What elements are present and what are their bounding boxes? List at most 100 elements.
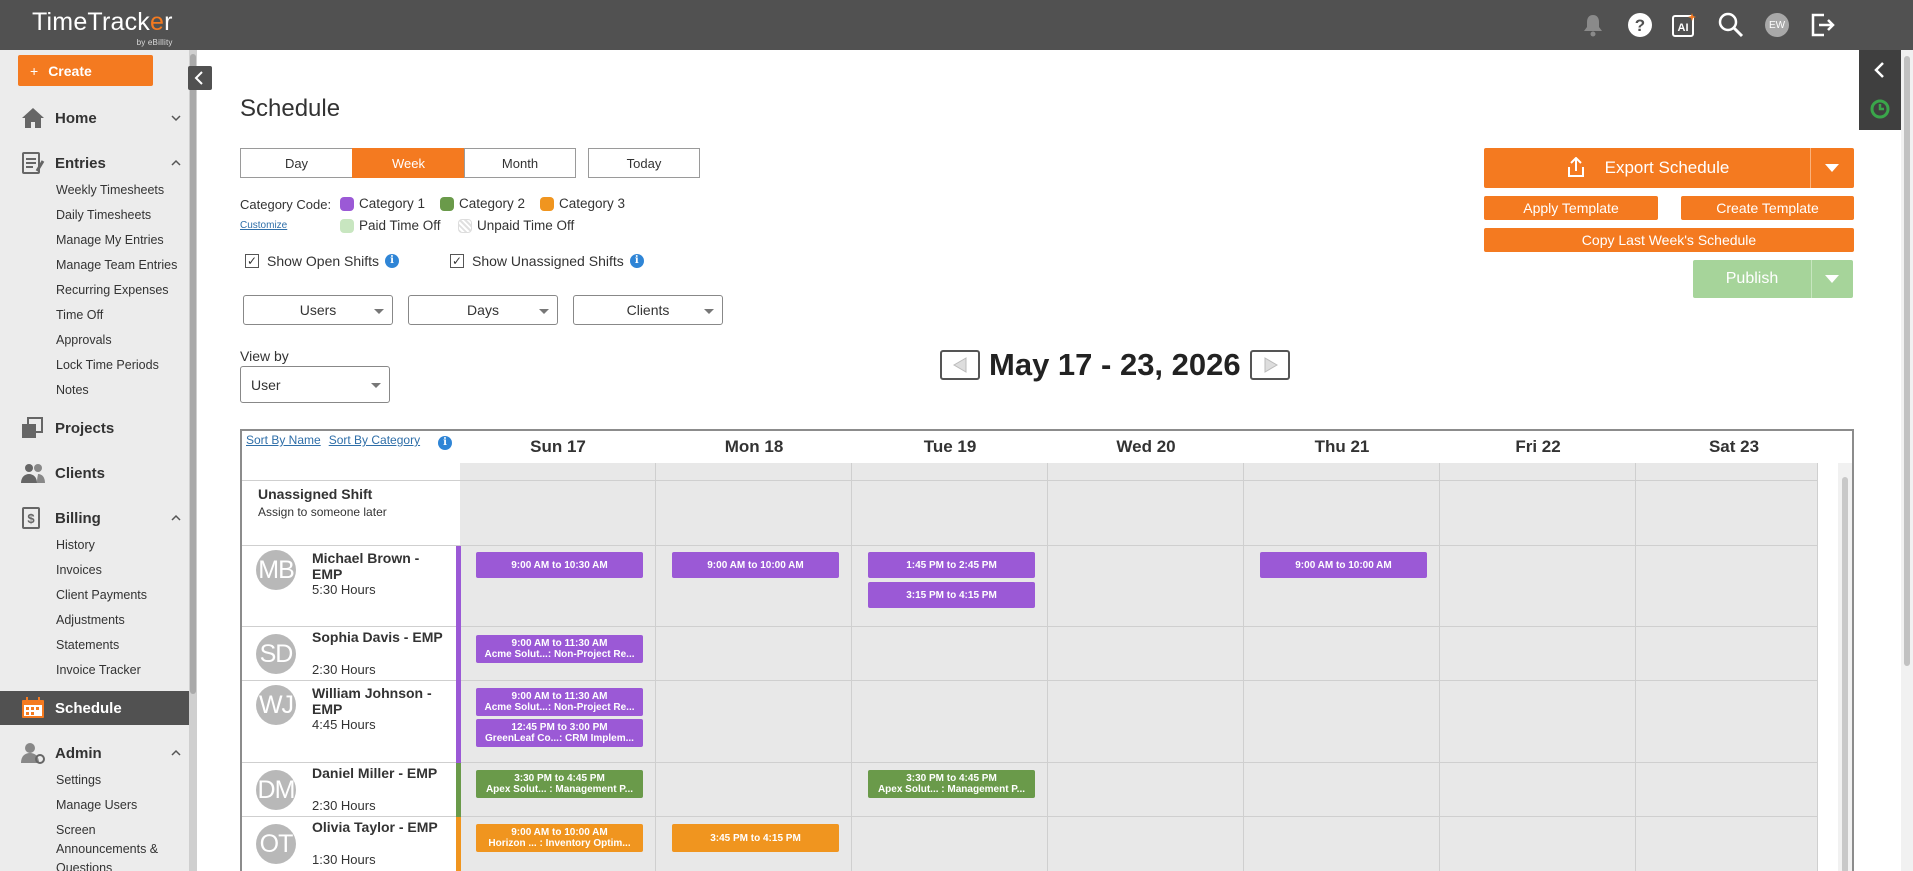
user-row-william-johnson[interactable]: WJ William Johnson - EMP 4:45 Hours [242, 681, 461, 763]
sidebar-subitem-invoice-tracker[interactable]: Invoice Tracker [56, 663, 141, 677]
day-cell[interactable] [1244, 463, 1440, 481]
shift-block[interactable]: 9:00 AM to 10:00 AM [1260, 552, 1427, 578]
sidebar-subitem-notes[interactable]: Notes [56, 383, 89, 397]
copy-last-week-button[interactable]: Copy Last Week's Schedule [1484, 228, 1854, 252]
sidebar-item-clients[interactable]: Clients [0, 456, 189, 490]
search-icon[interactable] [1718, 12, 1744, 38]
view-by-dropdown[interactable]: User [240, 366, 390, 403]
next-week-button[interactable] [1249, 350, 1290, 380]
export-options-dropdown[interactable] [1811, 148, 1854, 188]
shift-block[interactable]: 9:00 AM to 10:00 AM Horizon ... : Invento… [476, 824, 643, 852]
day-cell[interactable] [1048, 481, 1244, 546]
chevron-left-icon[interactable] [1870, 60, 1890, 80]
user-row-michael-brown[interactable]: MB Michael Brown - EMP 5:30 Hours [242, 546, 461, 627]
sidebar-item-schedule[interactable]: Schedule [0, 691, 189, 725]
bell-icon[interactable] [1580, 12, 1606, 38]
sidebar-subitem-approvals[interactable]: Approvals [56, 333, 112, 347]
day-cell[interactable] [1440, 817, 1636, 871]
day-cell[interactable] [1244, 763, 1440, 817]
apply-template-button[interactable]: Apply Template [1484, 196, 1658, 220]
day-cell[interactable] [656, 681, 852, 763]
day-cell[interactable] [1636, 463, 1818, 481]
day-cell[interactable] [852, 817, 1048, 871]
sort-by-category-link[interactable]: Sort By Category [329, 433, 420, 447]
sidebar-subitem-client-payments[interactable]: Client Payments [56, 588, 147, 602]
customize-link[interactable]: Customize [240, 220, 287, 231]
day-cell[interactable] [1636, 546, 1818, 627]
shift-block[interactable]: 3:15 PM to 4:15 PM [868, 582, 1035, 608]
info-icon[interactable]: i [385, 254, 400, 268]
sidebar-subitem-invoices[interactable]: Invoices [56, 563, 102, 577]
view-month-button[interactable]: Month [464, 148, 576, 178]
day-cell[interactable] [1440, 546, 1636, 627]
shift-block[interactable]: 9:00 AM to 10:00 AM [672, 552, 839, 578]
sidebar-subitem-manage-my-entries[interactable]: Manage My Entries [56, 233, 164, 247]
day-cell[interactable] [1636, 817, 1818, 871]
sidebar-subitem-adjustments[interactable]: Adjustments [56, 613, 125, 627]
day-cell[interactable] [1440, 627, 1636, 681]
page-scrollbar[interactable] [1901, 50, 1913, 871]
sidebar-subitem-settings[interactable]: Settings [56, 773, 101, 787]
shift-block[interactable]: 9:00 AM to 11:30 AM Acme Solut...: Non-Pr… [476, 688, 643, 716]
user-row-olivia-taylor[interactable]: OT Olivia Taylor - EMP 1:30 Hours [242, 817, 461, 871]
user-row-sophia-davis[interactable]: SD Sophia Davis - EMP 2:30 Hours [242, 627, 461, 681]
info-icon[interactable]: i [438, 436, 452, 450]
publish-button[interactable]: Publish [1693, 260, 1811, 298]
view-week-button[interactable]: Week [352, 148, 465, 178]
shift-block[interactable]: 3:30 PM to 4:45 PM Apex Solut... : Manage… [868, 770, 1035, 798]
sidebar-item-billing[interactable]: $ Billing [0, 501, 189, 535]
info-icon[interactable]: i [629, 254, 644, 268]
users-filter-dropdown[interactable]: Users [243, 295, 393, 325]
export-schedule-button[interactable]: Export Schedule [1484, 148, 1810, 188]
day-cell[interactable] [1636, 627, 1818, 681]
sidebar-scrollbar[interactable] [189, 50, 197, 871]
sidebar-subitem-statements[interactable]: Statements [56, 638, 119, 652]
sidebar-item-admin[interactable]: Admin [0, 736, 189, 770]
day-cell[interactable] [1440, 681, 1636, 763]
previous-week-button[interactable] [940, 350, 980, 380]
day-cell[interactable] [656, 763, 852, 817]
sidebar-item-projects[interactable]: Projects [0, 411, 189, 445]
sort-by-name-link[interactable]: Sort By Name [246, 433, 321, 447]
day-cell[interactable] [656, 481, 852, 546]
day-cell[interactable] [1440, 481, 1636, 546]
view-day-button[interactable]: Day [240, 148, 353, 178]
shift-block[interactable]: 9:00 AM to 11:30 AM Acme Solut...: Non-Pr… [476, 635, 643, 663]
sidebar-subitem-announcements[interactable]: Announcements & [56, 842, 158, 856]
sidebar-subitem-time-off[interactable]: Time Off [56, 308, 103, 322]
show-unassigned-shifts-checkbox[interactable]: ✓ Show Unassigned Shifts i [450, 253, 644, 269]
day-cell[interactable] [1244, 681, 1440, 763]
timer-icon[interactable] [1869, 98, 1891, 120]
sidebar-item-home[interactable]: Home [0, 101, 189, 135]
day-cell[interactable] [1440, 763, 1636, 817]
sidebar-subitem-weekly-timesheets[interactable]: Weekly Timesheets [56, 183, 164, 197]
shift-block[interactable]: 12:45 PM to 3:00 PM GreenLeaf Co...: CRM … [476, 719, 643, 747]
day-cell[interactable] [460, 463, 656, 481]
day-cell[interactable] [852, 463, 1048, 481]
sidebar-subitem-questions[interactable]: Questions [56, 861, 112, 871]
sidebar-subitem-history[interactable]: History [56, 538, 95, 552]
help-icon[interactable]: ? [1627, 12, 1653, 38]
grid-scrollbar[interactable] [1838, 463, 1852, 871]
publish-options-dropdown[interactable] [1812, 260, 1853, 298]
day-cell[interactable] [1048, 817, 1244, 871]
day-cell[interactable] [1636, 481, 1818, 546]
logout-icon[interactable] [1810, 12, 1836, 38]
day-cell[interactable] [1048, 763, 1244, 817]
day-cell[interactable] [852, 481, 1048, 546]
sidebar-subitem-screen[interactable]: Screen [56, 823, 96, 837]
today-button[interactable]: Today [588, 148, 700, 178]
clients-filter-dropdown[interactable]: Clients [573, 295, 723, 325]
days-filter-dropdown[interactable]: Days [408, 295, 558, 325]
create-template-button[interactable]: Create Template [1681, 196, 1854, 220]
user-row-daniel-miller[interactable]: DM Daniel Miller - EMP 2:30 Hours [242, 763, 461, 817]
create-button[interactable]: + Create [18, 55, 153, 86]
shift-block[interactable]: 9:00 AM to 10:30 AM [476, 552, 643, 578]
day-cell[interactable] [1244, 817, 1440, 871]
day-cell[interactable] [1440, 463, 1636, 481]
day-cell[interactable] [852, 627, 1048, 681]
ai-icon[interactable]: AI [1671, 12, 1697, 38]
day-cell[interactable] [852, 681, 1048, 763]
day-cell[interactable] [1636, 681, 1818, 763]
sidebar-subitem-manage-users[interactable]: Manage Users [56, 798, 137, 812]
